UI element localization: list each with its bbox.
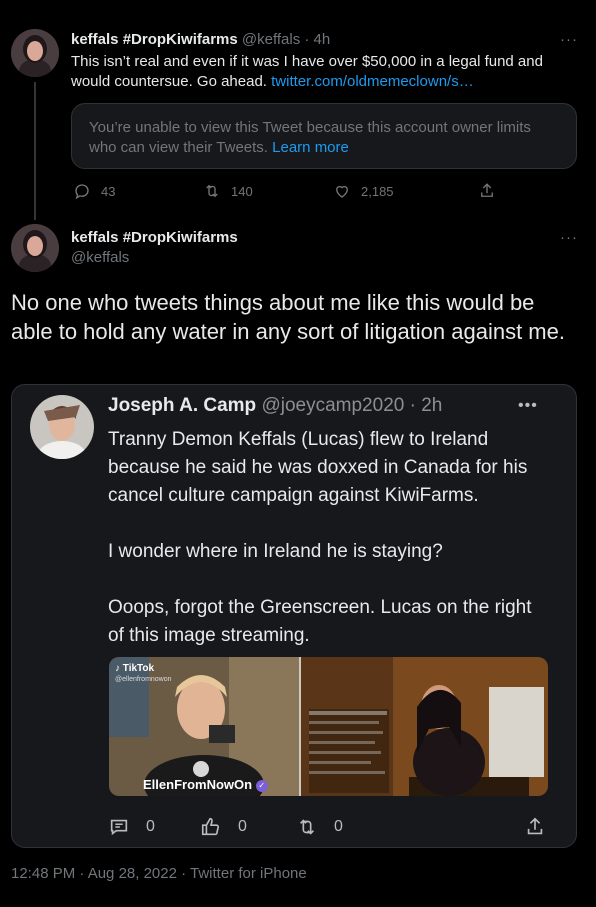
quoted-text: Tranny Demon Keffals (Lucas) flew to Ire… [108,426,548,650]
retweet-icon [299,819,315,835]
quoted-tweet-card[interactable]: Joseph A. Camp @joeycamp2020 · 2h ••• Tr… [11,384,577,848]
display-name[interactable]: keffals #DropKiwifarms [71,229,238,246]
thumbs-up-icon [201,817,220,836]
avatar-keffals[interactable] [11,29,59,77]
quoted-handle[interactable]: @joeycamp2020 [261,395,404,416]
share-icon [481,183,493,197]
reply-count: 43 [101,183,116,199]
retweet-button[interactable]: 140 [203,182,253,200]
quoted-comment-button[interactable]: 0 [108,816,155,838]
display-name[interactable]: keffals #DropKiwifarms [71,31,238,48]
like-count: 2,185 [361,183,394,199]
more-options-icon[interactable]: ··· [560,31,578,48]
tweet1-link[interactable]: twitter.com/oldmemeclown/s… [271,73,474,90]
quoted-like-count: 0 [238,818,247,835]
quoted-timestamp[interactable]: · 2h [410,395,443,416]
handle[interactable]: @keffals [71,249,129,266]
retweet-count: 140 [231,183,253,199]
quoted-display-name[interactable]: Joseph A. Camp [108,395,256,416]
tweet-timestamp[interactable]: 12:48 PM · Aug 28, 2022 · Twitter for iP… [11,865,307,882]
like-button[interactable]: 2,185 [333,182,394,200]
heart-icon [336,185,348,198]
creator-name: EllenFromNowOn [143,777,253,792]
quoted-like-button[interactable]: 0 [200,816,247,838]
quoted-text-para-2: I wonder where in Ireland he is staying? [108,541,443,562]
handle[interactable]: @keffals [242,31,300,48]
main-tweet-text: No one who tweets things about me like t… [11,290,565,344]
learn-more-link[interactable]: Learn more [272,139,349,156]
unavailable-tweet-notice: You’re unable to view this Tweet because… [71,103,577,169]
quoted-share-button[interactable] [524,816,546,838]
share-button[interactable] [478,182,496,200]
quoted-text-para-3: Ooops, forgot the Greenscreen. Lucas on … [108,597,532,646]
tweet1-text: This isn’t real and even if it was I hav… [71,52,571,92]
avatar-image [11,224,59,272]
creator-caption: EllenFromNowOn ✓ [143,777,268,792]
retweet-icon [206,184,218,198]
tiktok-watermark: ♪ TikTok @ellenfromnowon [115,663,172,685]
share-icon [527,817,543,835]
verified-badge-icon: ✓ [255,779,268,792]
tweet1-header: keffals #DropKiwifarms @keffals · 4h [71,31,330,48]
quoted-more-icon[interactable]: ••• [518,397,538,415]
avatar-image [30,395,94,459]
timestamp[interactable]: · 4h [304,31,330,48]
media-photo [109,657,548,796]
more-options-icon[interactable]: ··· [560,229,578,246]
quoted-header: Joseph A. Camp @joeycamp2020 · 2h [108,395,442,417]
avatar-image [11,29,59,77]
quoted-comment-count: 0 [146,818,155,835]
tiktok-logo-icon: ♪ [115,663,120,674]
quoted-media-image[interactable]: ♪ TikTok @ellenfromnowon EllenFromNowOn … [109,657,548,796]
thread-connector-line [34,82,36,220]
quoted-retweet-count: 0 [334,818,343,835]
comment-icon [110,819,128,836]
quoted-text-para-1: Tranny Demon Keffals (Lucas) flew to Ire… [108,429,528,506]
reply-icon [75,184,89,200]
tiktok-label: TikTok [122,663,155,674]
avatar-joseph[interactable] [30,395,94,459]
tiktok-handle: @ellenfromnowon [115,676,172,683]
avatar-keffals-main[interactable] [11,224,59,272]
reply-button[interactable]: 43 [73,182,115,200]
quoted-retweet-button[interactable]: 0 [296,816,343,838]
